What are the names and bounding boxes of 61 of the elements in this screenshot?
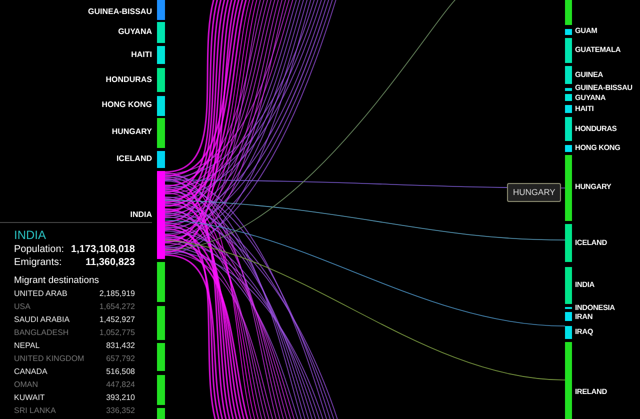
- node-label: HONG KONG: [102, 101, 152, 109]
- node-label: GUYANA: [118, 28, 152, 36]
- country-title: INDIA: [14, 228, 48, 243]
- node-bar[interactable]: [157, 96, 165, 116]
- destination-name: OMAN: [14, 379, 38, 391]
- destination-value: 1,452,927: [99, 314, 135, 326]
- node-label: HONDURAS: [106, 76, 152, 84]
- destinations-title: Migrant destinations: [14, 274, 100, 287]
- population-value: 1,173,108,018: [71, 243, 135, 256]
- node-label: HUNGARY: [112, 128, 152, 136]
- destination-name: SRI LANKA: [14, 405, 56, 417]
- destination-name: SAUDI ARABIA: [14, 314, 70, 326]
- destination-name: UNITED KINGDOM: [14, 353, 84, 365]
- node-bar[interactable]: [565, 342, 572, 419]
- destination-value: 393,210: [106, 392, 135, 404]
- destination-name: NEPAL: [14, 340, 40, 352]
- node-bar[interactable]: [157, 262, 165, 302]
- node-bar[interactable]: [157, 151, 165, 168]
- node-bar[interactable]: [157, 343, 165, 371]
- node-bar[interactable]: [565, 145, 572, 152]
- node-bar[interactable]: [565, 66, 572, 84]
- emigrants-label: Emigrants:: [14, 256, 62, 269]
- destination-value: 831,432: [106, 340, 135, 352]
- node-bar[interactable]: [565, 117, 572, 141]
- node-bar[interactable]: [565, 94, 572, 101]
- node-bar[interactable]: [157, 46, 165, 64]
- node-bar[interactable]: [157, 375, 165, 405]
- node-bar[interactable]: [565, 326, 572, 339]
- destination-name: KUWAIT: [14, 392, 45, 404]
- node-label: INDIA: [130, 211, 152, 219]
- population-label: Population:: [14, 243, 64, 256]
- node-bar[interactable]: [565, 88, 572, 91]
- node-bar[interactable]: [565, 105, 572, 113]
- node-label: HAITI: [131, 51, 152, 59]
- node-bar[interactable]: [565, 267, 572, 304]
- node-bar[interactable]: [157, 68, 165, 92]
- node-label: GUINEA-BISSAU: [88, 8, 152, 16]
- node-bar[interactable]: [157, 22, 165, 43]
- node-bar[interactable]: [157, 171, 165, 259]
- destination-value: 657,792: [106, 353, 135, 365]
- destination-value: 336,352: [106, 405, 135, 417]
- destination-value: 516,508: [106, 366, 135, 378]
- destination-name: USA: [14, 301, 30, 313]
- destination-value: 1,052,775: [99, 327, 135, 339]
- destination-name: CANADA: [14, 366, 48, 378]
- node-bar[interactable]: [565, 38, 572, 63]
- destination-value: 1,654,272: [99, 301, 135, 313]
- destination-name: BANGLADESH: [14, 327, 69, 339]
- node-bar[interactable]: [565, 312, 572, 321]
- tooltip: HUNGARY: [507, 183, 562, 202]
- emigrants-value: 11,360,823: [86, 256, 135, 269]
- node-bar[interactable]: [565, 29, 572, 35]
- destination-value: 447,824: [106, 379, 135, 391]
- node-bar[interactable]: [157, 0, 165, 20]
- node-bar[interactable]: [157, 306, 165, 340]
- node-bar[interactable]: [565, 155, 572, 221]
- node-label: ICELAND: [116, 155, 152, 163]
- destination-value: 2,185,919: [99, 288, 135, 300]
- node-bar[interactable]: [565, 224, 572, 262]
- node-bar[interactable]: [157, 118, 165, 148]
- destination-name: UNITED ARAB: [14, 288, 68, 300]
